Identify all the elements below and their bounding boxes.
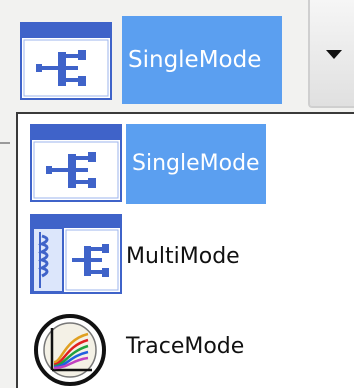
mode-selector: SingleMode SingleMode MultiMode TraceMod… [0, 0, 354, 388]
multi-mode-icon [30, 214, 122, 294]
mode-combobox[interactable]: SingleMode [0, 0, 354, 112]
divider [0, 142, 10, 144]
list-item-label: TraceMode [126, 334, 245, 359]
list-item-multimode[interactable]: MultiMode [18, 212, 354, 302]
combo-selected-value[interactable]: SingleMode [122, 16, 282, 104]
chevron-down-icon [326, 50, 342, 59]
dropdown-button[interactable] [308, 0, 354, 108]
single-mode-icon [20, 22, 112, 100]
mode-dropdown-list: SingleMode MultiMode TraceMode [16, 112, 354, 388]
single-mode-icon [30, 124, 122, 202]
list-item-tracemode[interactable]: TraceMode [18, 304, 354, 388]
list-item-singlemode[interactable]: SingleMode [18, 120, 354, 210]
trace-mode-icon [32, 310, 112, 388]
list-item-label: SingleMode [126, 124, 266, 204]
list-item-label: MultiMode [126, 244, 240, 269]
